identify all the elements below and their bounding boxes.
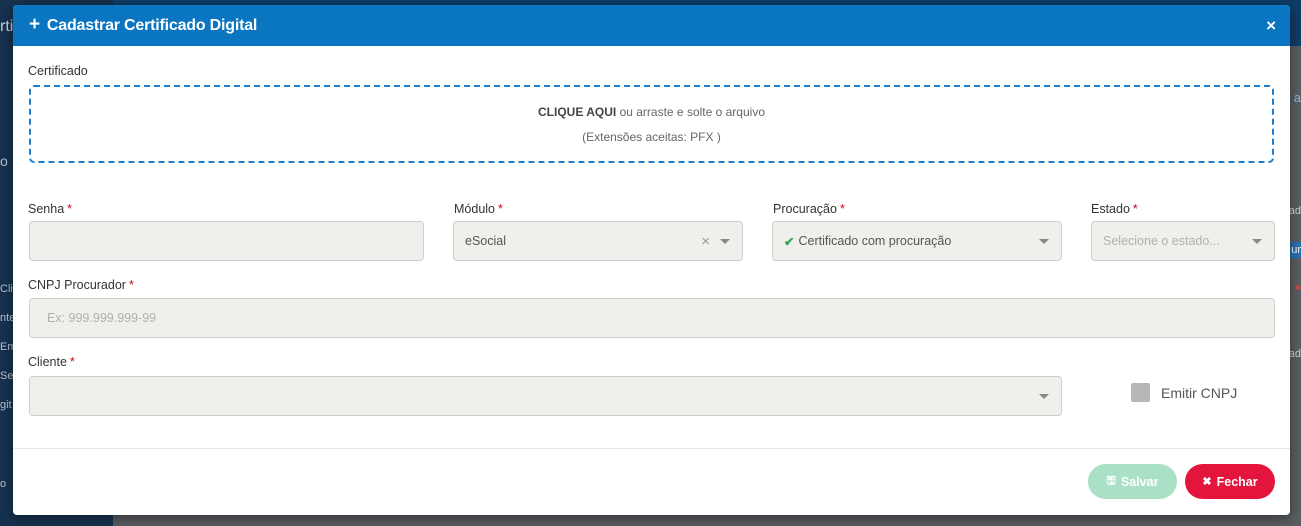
- modulo-value: eSocial: [465, 234, 506, 248]
- cliente-label: Cliente *: [28, 355, 75, 369]
- emitir-cnpj-label: Emitir CNPJ: [1161, 384, 1238, 401]
- dropzone-click-here: CLIQUE AQUI: [538, 104, 617, 119]
- background-sidebar-item: rti: [0, 18, 14, 35]
- background-right-text: ad: [1288, 205, 1301, 217]
- required-marker: *: [128, 278, 134, 292]
- modulo-label: Módulo *: [454, 202, 503, 216]
- background-right-text: ×: [1294, 282, 1301, 294]
- emitir-cnpj-checkbox[interactable]: [1131, 383, 1150, 402]
- senha-label-text: Senha: [28, 202, 65, 216]
- background-sidebar-item: o: [0, 478, 7, 490]
- clear-icon[interactable]: ×: [701, 234, 710, 249]
- emitir-cnpj-toggle[interactable]: Emitir CNPJ: [1131, 383, 1237, 402]
- check-icon: ✔: [784, 234, 795, 249]
- required-marker: *: [498, 202, 503, 216]
- chevron-down-icon: [1039, 238, 1049, 244]
- save-icon: 🖫: [1106, 475, 1116, 487]
- modal-title: + Cadastrar Certificado Digital: [29, 14, 258, 35]
- cnpj-procurador-placeholder: Ex: 999.999.999-99: [47, 311, 157, 325]
- modal-footer: 🖫 Salvar ✖ Fechar: [13, 448, 1290, 515]
- procuracao-select[interactable]: ✔ Certificado com procuração: [772, 221, 1062, 261]
- background-right-text: ad: [1288, 348, 1301, 360]
- background-sidebar-item: git: [0, 399, 12, 411]
- modulo-label-text: Módulo: [454, 202, 495, 216]
- required-marker: *: [69, 355, 75, 369]
- save-button[interactable]: 🖫 Salvar: [1088, 464, 1177, 499]
- senha-label: Senha *: [28, 202, 72, 216]
- chevron-down-icon: [720, 238, 730, 244]
- close-icon[interactable]: ×: [1266, 17, 1276, 34]
- plus-icon: +: [29, 14, 40, 35]
- certificate-dropzone[interactable]: CLIQUE AQUI ou arraste e solte o arquivo…: [29, 85, 1274, 163]
- chevron-down-icon: [1252, 238, 1262, 244]
- close-button[interactable]: ✖ Fechar: [1185, 464, 1275, 499]
- certificate-modal: + Cadastrar Certificado Digital × Certif…: [13, 5, 1290, 515]
- procuracao-value: Certificado com procuração: [798, 234, 952, 248]
- modal-header: + Cadastrar Certificado Digital ×: [13, 5, 1290, 46]
- chevron-down-icon: [1039, 393, 1049, 399]
- certificate-label-text: Certificado: [28, 64, 88, 78]
- modal-title-text: Cadastrar Certificado Digital: [46, 16, 258, 34]
- required-marker: *: [1132, 202, 1138, 216]
- cnpj-procurador-label: CNPJ Procurador *: [28, 278, 134, 292]
- estado-select[interactable]: Selecione o estado...: [1091, 221, 1275, 261]
- modal-body: Certificado CLIQUE AQUI ou arraste e sol…: [13, 46, 1290, 448]
- background-sidebar-item: o: [0, 153, 8, 169]
- background-right-text: ur: [1289, 242, 1301, 258]
- dropzone-drag-text: ou arraste e solte o arquivo: [616, 104, 765, 119]
- estado-label-text: Estado: [1091, 202, 1130, 216]
- certificate-label: Certificado: [28, 64, 88, 78]
- procuracao-label: Procuração *: [773, 202, 845, 216]
- cliente-select[interactable]: [29, 376, 1062, 416]
- procuracao-label-text: Procuração: [773, 202, 837, 216]
- background-right-text: a: [1293, 90, 1301, 105]
- background-sidebar-item: Se: [0, 370, 14, 382]
- required-marker: *: [67, 202, 73, 216]
- close-icon: ✖: [1202, 476, 1212, 488]
- estado-label: Estado *: [1091, 202, 1138, 216]
- modulo-select[interactable]: eSocial ×: [453, 221, 743, 261]
- background-sidebar-item: Cli: [0, 283, 13, 295]
- cliente-label-text: Cliente: [28, 355, 67, 369]
- required-marker: *: [839, 202, 845, 216]
- save-button-label: Salvar: [1120, 474, 1159, 489]
- cnpj-procurador-label-text: CNPJ Procurador: [28, 278, 126, 292]
- close-button-label: Fechar: [1216, 474, 1258, 489]
- estado-placeholder: Selecione o estado...: [1103, 234, 1220, 248]
- cnpj-procurador-input[interactable]: Ex: 999.999.999-99: [29, 298, 1275, 338]
- dropzone-extensions-hint: (Extensões aceitas: PFX ): [582, 129, 721, 144]
- senha-field[interactable]: [29, 221, 424, 261]
- dropzone-instruction: CLIQUE AQUI ou arraste e solte o arquivo: [538, 105, 765, 119]
